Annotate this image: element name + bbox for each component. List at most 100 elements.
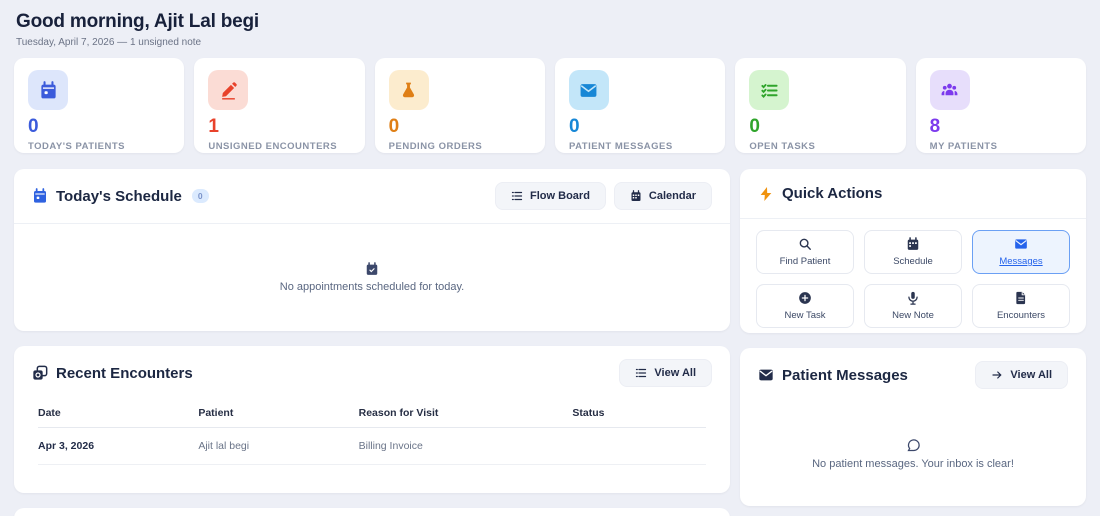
flask-icon (388, 70, 429, 110)
encounter-reason: Billing Invoice (358, 427, 573, 465)
main-grid: Today's Schedule 0 Flow Board Calendar N… (14, 169, 1086, 516)
lightning-icon (760, 186, 772, 201)
flow-board-label: Flow Board (530, 190, 590, 202)
patients-icon (929, 70, 970, 110)
schedule-button[interactable]: Schedule (864, 230, 962, 274)
stat-card-todays-patients[interactable]: 0 TODAY'S PATIENTS (14, 58, 185, 153)
find-patient-label: Find Patient (779, 256, 831, 267)
messages-button[interactable]: Messages (972, 230, 1070, 274)
patient-messages-card: Patient Messages View All No patient mes… (740, 348, 1086, 506)
schedule-view-buttons: Flow Board Calendar (495, 182, 712, 210)
view-all-encounters-label: View All (654, 367, 696, 379)
stat-value: 0 (749, 116, 760, 137)
patient-messages-title-text: Patient Messages (782, 366, 908, 384)
greeting-title: Good morning, Ajit Lal begi (16, 11, 259, 32)
calendar-icon (631, 190, 641, 201)
schedule-header: Today's Schedule 0 Flow Board Calendar (14, 169, 730, 224)
table-header-row: Date Patient Reason for Visit Status (38, 400, 706, 428)
new-note-button[interactable]: New Note (864, 284, 962, 328)
stat-value: 0 (28, 116, 39, 137)
stat-label: PATIENT MESSAGES (568, 141, 673, 152)
cutoff-card (14, 508, 730, 516)
messages-empty-state: No patient messages. Your inbox is clear… (740, 402, 1086, 506)
stat-value: 1 (208, 116, 219, 137)
signature-icon (208, 70, 249, 110)
calendar-icon (34, 188, 46, 203)
stat-card-unsigned-encounters[interactable]: 1 UNSIGNED ENCOUNTERS (194, 58, 365, 153)
view-all-messages-button[interactable]: View All (975, 361, 1068, 389)
new-note-label: New Note (892, 310, 934, 321)
stat-label: PENDING ORDERS (388, 141, 483, 152)
find-patient-button[interactable]: Find Patient (756, 230, 854, 274)
list-icon (636, 368, 647, 378)
chat-bubble-icon (906, 439, 920, 452)
encounter-date: Apr 3, 2026 (38, 427, 199, 465)
encounters-label: Encounters (996, 310, 1046, 321)
stat-label: OPEN TASKS (749, 141, 816, 152)
encounter-status (572, 427, 706, 465)
envelope-icon (759, 369, 773, 381)
stat-value: 0 (568, 116, 580, 137)
recent-encounters-header: Recent Encounters View All (14, 346, 730, 400)
calendar-icon (28, 70, 68, 110)
schedule-empty-state: No appointments scheduled for today. (14, 224, 730, 331)
column-header-status: Status (572, 400, 706, 428)
todays-schedule-card: Today's Schedule 0 Flow Board Calendar N… (14, 169, 730, 331)
greeting-subtitle: Tuesday, April 7, 2026 — 1 unsigned note (16, 37, 202, 48)
stat-card-pending-orders[interactable]: 0 PENDING ORDERS (374, 58, 545, 153)
schedule-count-badge: 0 (191, 189, 209, 203)
search-icon (799, 238, 811, 250)
calendar-icon (366, 262, 378, 275)
messages-empty-text: No patient messages. Your inbox is clear… (812, 458, 1014, 470)
list-icon (511, 191, 523, 201)
schedule-title-text: Today's Schedule (56, 187, 182, 205)
arrow-right-icon (992, 371, 1003, 379)
schedule-label: Schedule (893, 256, 933, 267)
schedule-empty-text: No appointments scheduled for today. (279, 281, 465, 293)
column-header-date: Date (38, 400, 199, 428)
plus-circle-icon (799, 292, 811, 304)
envelope-icon (568, 70, 609, 110)
quick-actions-title-text: Quick Actions (782, 185, 883, 202)
stat-label: UNSIGNED ENCOUNTERS (208, 141, 338, 152)
document-icon (1016, 291, 1026, 305)
new-task-label: New Task (784, 310, 826, 321)
checklist-icon (749, 70, 790, 110)
view-all-encounters-button[interactable]: View All (619, 359, 712, 387)
microphone-icon (908, 291, 918, 305)
quick-actions-card: Quick Actions Find Patient Schedule Mess… (740, 169, 1086, 333)
right-column: Quick Actions Find Patient Schedule Mess… (740, 169, 1086, 506)
patient-messages-header: Patient Messages View All (740, 348, 1086, 402)
encounters-table: Date Patient Reason for Visit Status Apr… (14, 400, 730, 465)
encounters-icon (33, 365, 48, 380)
recent-encounters-title-text: Recent Encounters (56, 364, 193, 382)
table-row[interactable]: Apr 3, 2026 Ajit lal begi Billing Invoic… (38, 427, 706, 465)
stat-value: 0 (388, 116, 400, 137)
view-all-messages-label: View All (1010, 369, 1052, 381)
calendar-icon (907, 237, 919, 250)
stat-label: MY PATIENTS (929, 141, 998, 152)
recent-encounters-title: Recent Encounters (32, 365, 193, 382)
stat-card-open-tasks[interactable]: 0 OPEN TASKS (735, 58, 906, 153)
envelope-icon (1015, 239, 1027, 249)
encounters-button[interactable]: Encounters (972, 284, 1070, 328)
flow-board-button[interactable]: Flow Board (495, 182, 606, 210)
quick-actions-grid: Find Patient Schedule Messages New Task … (740, 219, 1086, 344)
schedule-title: Today's Schedule 0 (32, 188, 209, 205)
calendar-view-button[interactable]: Calendar (613, 182, 712, 210)
column-header-patient: Patient (198, 400, 359, 428)
messages-label: Messages (999, 256, 1043, 267)
patient-messages-title: Patient Messages (758, 367, 908, 384)
quick-actions-header: Quick Actions (740, 169, 1086, 219)
stats-row: 0 TODAY'S PATIENTS 1 UNSIGNED ENCOUNTERS… (14, 58, 1086, 153)
stat-card-patient-messages[interactable]: 0 PATIENT MESSAGES (554, 58, 726, 153)
recent-encounters-card: Recent Encounters View All Date Patient … (14, 346, 730, 493)
stat-card-my-patients[interactable]: 8 MY PATIENTS (915, 58, 1086, 153)
stat-value: 8 (929, 116, 941, 137)
page-header: Good morning, Ajit Lal begi Tuesday, Apr… (0, 0, 1100, 54)
new-task-button[interactable]: New Task (756, 284, 854, 328)
quick-actions-title: Quick Actions (758, 185, 882, 202)
column-header-reason: Reason for Visit (358, 400, 573, 428)
left-column: Today's Schedule 0 Flow Board Calendar N… (14, 169, 730, 516)
stat-label: TODAY'S PATIENTS (28, 141, 126, 152)
